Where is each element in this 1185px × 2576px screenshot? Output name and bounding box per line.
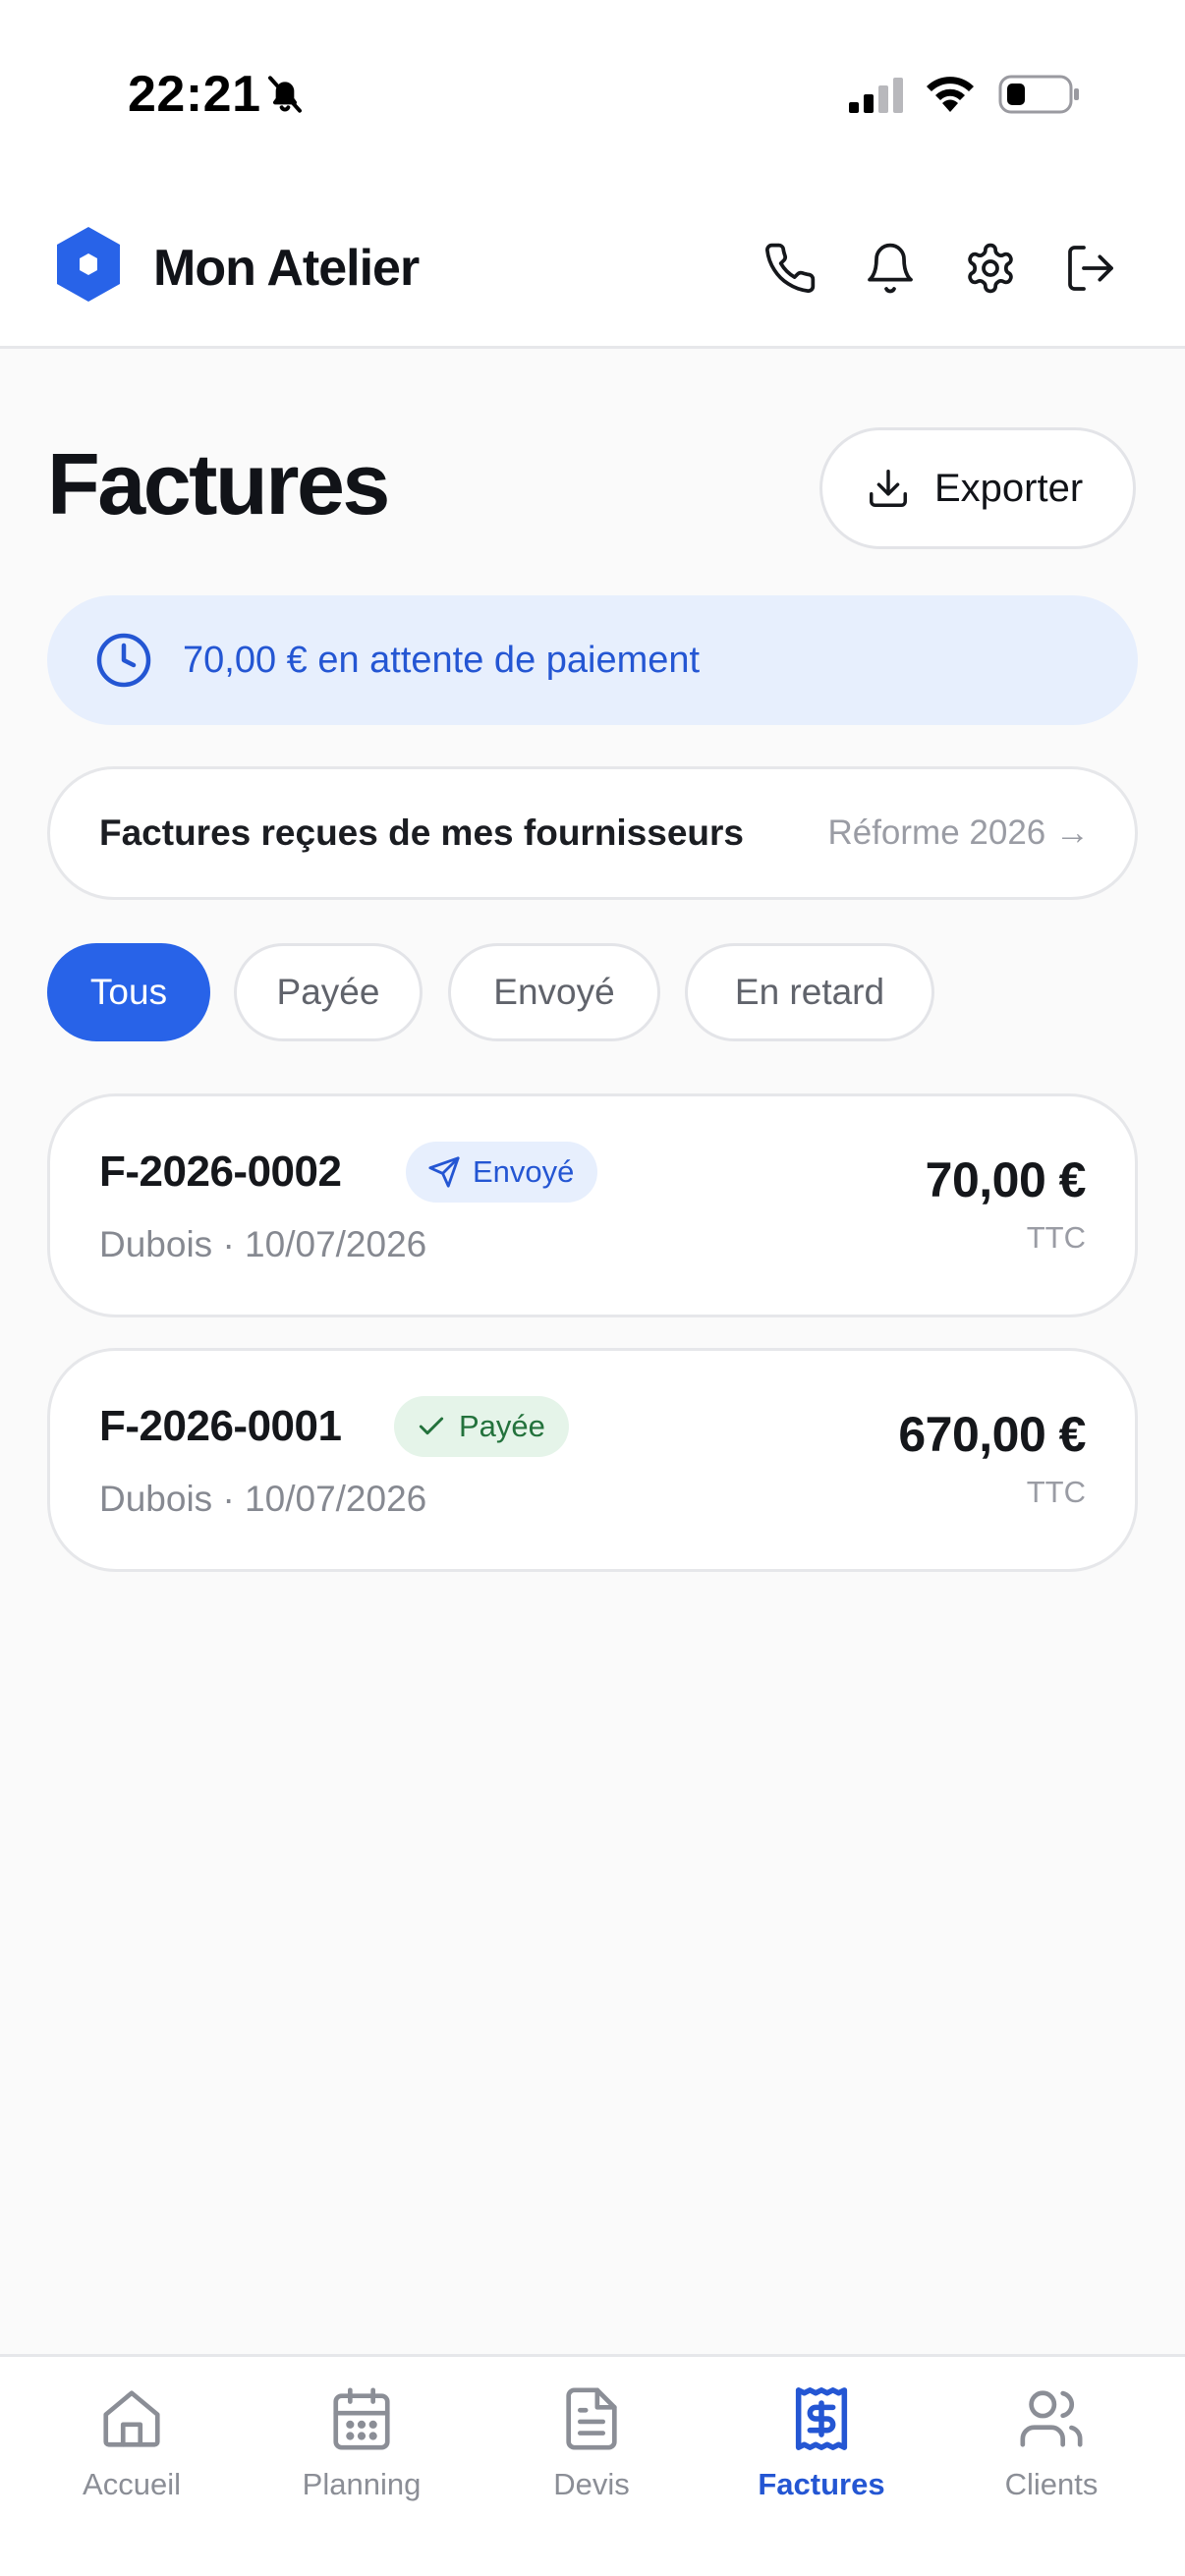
supplier-invoices-label: Factures reçues de mes fournisseurs: [99, 812, 745, 853]
gear-icon[interactable]: [963, 241, 1018, 296]
receipt-icon: [787, 2384, 856, 2453]
nav-label: Accueil: [83, 2467, 181, 2501]
page-title: Factures: [47, 435, 390, 532]
nav-item-clients[interactable]: Clients: [953, 2384, 1150, 2551]
logout-icon[interactable]: [1063, 241, 1118, 296]
pending-payment-banner: 70,00 € en attente de paiement: [47, 595, 1138, 725]
document-icon: [557, 2384, 626, 2453]
status-bar: 22:21: [0, 0, 1185, 192]
bottom-nav: Accueil Planning Devis Factures Clients: [0, 2354, 1185, 2576]
export-label: Exporter: [934, 466, 1084, 510]
status-label: Envoyé: [473, 1154, 575, 1189]
filter-chip-en-retard[interactable]: En retard: [685, 943, 934, 1041]
tax-label: TTC: [1026, 1220, 1086, 1255]
status-badge: Envoyé: [406, 1142, 598, 1203]
nav-item-factures[interactable]: Factures: [723, 2384, 920, 2551]
status-time: 22:21: [128, 66, 261, 123]
supplier-invoices-link[interactable]: Factures reçues de mes fournisseurs Réfo…: [47, 766, 1138, 900]
invoice-number: F-2026-0002: [99, 1148, 342, 1196]
nav-item-devis[interactable]: Devis: [493, 2384, 690, 2551]
calendar-icon: [327, 2384, 396, 2453]
tax-label: TTC: [1026, 1475, 1086, 1509]
clock-icon: [94, 631, 153, 690]
filter-chip-envoye[interactable]: Envoyé: [448, 943, 660, 1041]
export-button[interactable]: Exporter: [819, 427, 1136, 549]
filter-chip-tous[interactable]: Tous: [47, 943, 210, 1041]
nav-item-accueil[interactable]: Accueil: [33, 2384, 230, 2551]
reform-2026-link[interactable]: Réforme 2026 →: [827, 813, 1090, 853]
users-icon: [1017, 2384, 1086, 2453]
app-header: Mon Atelier: [0, 192, 1185, 349]
invoice-amount: 670,00 €: [898, 1407, 1086, 1462]
bell-slash-icon: [265, 73, 305, 116]
invoice-number: F-2026-0001: [99, 1402, 342, 1450]
check-icon: [416, 1411, 447, 1442]
filter-chip-payee[interactable]: Payée: [234, 943, 423, 1041]
hexagon-logo-icon: [55, 225, 122, 304]
send-icon: [427, 1155, 461, 1189]
phone-icon[interactable]: [762, 241, 818, 296]
nav-label: Factures: [758, 2467, 885, 2501]
home-icon: [97, 2384, 166, 2453]
invoice-amount: 70,00 €: [925, 1152, 1087, 1207]
app-title: Mon Atelier: [153, 240, 420, 297]
nav-label: Planning: [302, 2467, 422, 2501]
status-label: Payée: [459, 1409, 545, 1443]
status-badge: Payée: [394, 1396, 569, 1457]
bell-icon[interactable]: [863, 241, 918, 296]
signal-icon: [847, 77, 906, 114]
invoice-card[interactable]: F-2026-0001 Payée Dubois · 10/07/2026 67…: [47, 1348, 1138, 1572]
wifi-icon: [924, 73, 977, 114]
invoice-card[interactable]: F-2026-0002 Envoyé Dubois · 10/07/2026 7…: [47, 1093, 1138, 1317]
nav-label: Clients: [1004, 2467, 1099, 2501]
nav-label: Devis: [553, 2467, 630, 2501]
download-icon: [866, 466, 911, 511]
invoice-meta: Dubois · 10/07/2026: [99, 1479, 427, 1519]
invoice-meta: Dubois · 10/07/2026: [99, 1224, 427, 1264]
battery-icon: [998, 74, 1081, 115]
nav-item-planning[interactable]: Planning: [263, 2384, 460, 2551]
pending-text: 70,00 € en attente de paiement: [183, 639, 701, 681]
